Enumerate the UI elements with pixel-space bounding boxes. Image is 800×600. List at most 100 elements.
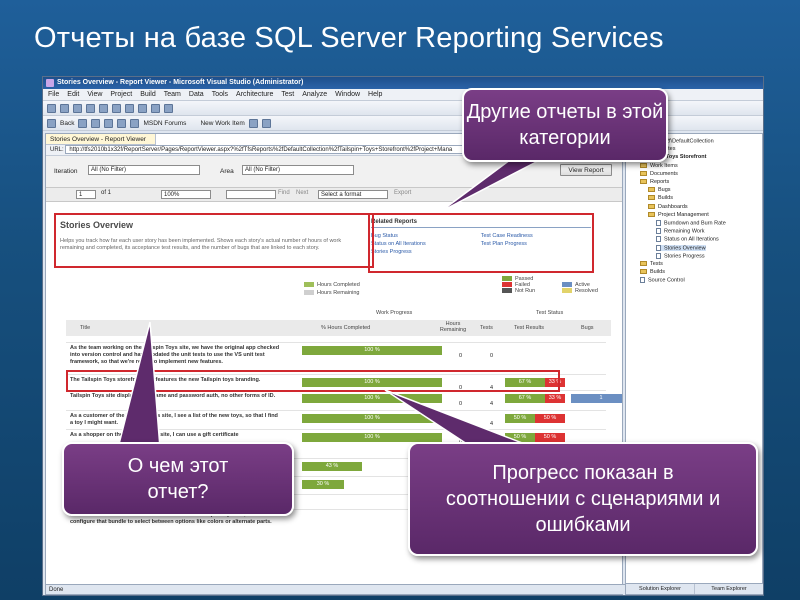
tab-team-explorer[interactable]: Team Explorer <box>695 584 763 594</box>
tree-item-label: Project Management <box>658 211 709 218</box>
table-row[interactable]: As a customer of the Tailspin Toys site,… <box>66 410 606 429</box>
msdn-forums-button[interactable]: MSDN Forums <box>143 120 186 127</box>
undo-icon[interactable] <box>138 103 147 113</box>
zoom-select[interactable]: 100% <box>161 190 211 199</box>
menu-view[interactable]: View <box>87 91 102 98</box>
folder-icon <box>640 162 647 168</box>
menu-data[interactable]: Data <box>189 91 204 98</box>
tab-stories-overview[interactable]: Stories Overview - Report Viewer <box>46 134 156 145</box>
tree-item-status-all-iterations[interactable]: Status on All Iterations <box>656 236 719 243</box>
tree-item-project-management[interactable]: Project Management <box>648 212 709 218</box>
work-progress-bar: 43 % <box>302 462 362 471</box>
visual-studio-icon <box>46 79 54 87</box>
tree-item-label: Burndown and Burn Rate <box>664 220 726 227</box>
header-hours-remaining: Hours Remaining <box>439 321 467 333</box>
cut-icon[interactable] <box>99 103 108 113</box>
tree-item-label: Reports <box>650 179 670 185</box>
menu-architecture[interactable]: Architecture <box>236 91 273 98</box>
copy-icon[interactable] <box>112 103 121 113</box>
menu-edit[interactable]: Edit <box>67 91 79 98</box>
work-item-icon[interactable] <box>248 118 258 128</box>
tree-item-label: Documents <box>650 170 678 177</box>
header-pct-hours: % Hours Completed <box>321 325 371 331</box>
legend-swatch-remaining <box>304 290 314 296</box>
menu-team[interactable]: Team <box>164 91 181 98</box>
redo-icon[interactable] <box>151 103 160 113</box>
export-link[interactable]: Export <box>394 190 411 196</box>
tree-item-source-control[interactable]: Source Control <box>640 277 685 284</box>
highlight-report-description <box>54 213 374 268</box>
query-icon[interactable] <box>261 118 271 128</box>
tab-solution-explorer[interactable]: Solution Explorer <box>626 584 695 594</box>
row-title[interactable]: As a shopper on the Tailspin Toys site, … <box>70 432 280 439</box>
tree-item-documents[interactable]: Documents <box>640 171 678 177</box>
menu-help[interactable]: Help <box>368 91 382 98</box>
row-title[interactable]: Tailspin Toys site displays username and… <box>70 393 280 400</box>
folder-icon <box>640 261 647 267</box>
page-number-input[interactable]: 1 <box>76 190 96 199</box>
tree-item-builds[interactable]: Builds <box>648 195 673 201</box>
new-project-icon[interactable] <box>47 103 56 113</box>
area-select[interactable]: All (No Filter) <box>242 165 354 175</box>
legend-hours: Hours Completed Hours Remaining <box>304 282 360 296</box>
callout-other-reports: Другие отчеты в этой категории <box>462 88 668 162</box>
menu-tools[interactable]: Tools <box>212 91 228 98</box>
table-row[interactable]: Tailspin Toys site displays username and… <box>66 390 622 410</box>
save-all-icon[interactable] <box>86 103 95 113</box>
forward-icon[interactable] <box>78 118 88 128</box>
back-button[interactable]: Back <box>60 120 74 127</box>
home-icon[interactable] <box>117 118 127 128</box>
tree-item-label: Bugs <box>658 187 671 194</box>
row-title[interactable]: As the team working on the Tailspin Toys… <box>70 345 280 366</box>
document-icon <box>656 228 661 235</box>
msdn-forums-icon[interactable] <box>130 118 140 128</box>
paste-icon[interactable] <box>125 103 134 113</box>
legend-swatch-passed <box>502 276 512 282</box>
menu-file[interactable]: File <box>48 91 59 98</box>
folder-icon <box>648 195 655 201</box>
next-link[interactable]: Next <box>296 190 308 196</box>
tree-item-stories-progress[interactable]: Stories Progress <box>656 252 705 259</box>
callout-about-report-text: О чем этот отчет? <box>127 455 229 503</box>
find-input[interactable] <box>226 190 276 199</box>
tree-item-work-items[interactable]: Work Items <box>640 163 678 169</box>
export-format-select[interactable]: Select a format <box>318 190 388 199</box>
tree-item-dashboards[interactable]: Dashboards <box>648 204 688 210</box>
document-icon <box>656 252 661 259</box>
callout-progress-text: Прогресс показан в соотношении с сценари… <box>445 462 721 536</box>
back-icon[interactable] <box>47 118 56 128</box>
open-file-icon[interactable] <box>60 103 69 113</box>
refresh-icon[interactable] <box>104 118 114 128</box>
menu-build[interactable]: Build <box>140 91 156 98</box>
tree-item-reports[interactable]: Reports <box>640 179 669 185</box>
stop-icon[interactable] <box>91 118 101 128</box>
menu-test[interactable]: Test <box>281 91 294 98</box>
save-icon[interactable] <box>73 103 82 113</box>
tree-item-bugs[interactable]: Bugs <box>648 187 671 193</box>
slide-title: Отчеты на базе SQL Server Reporting Serv… <box>34 22 664 54</box>
menu-window[interactable]: Window <box>335 91 360 98</box>
tree-item-stories-overview[interactable]: Stories Overview <box>656 244 706 252</box>
legend-hours-remaining: Hours Remaining <box>317 290 360 296</box>
solution-panel-tabs: Solution Explorer Team Explorer <box>626 583 763 594</box>
menu-analyze[interactable]: Analyze <box>302 91 327 98</box>
menu-project[interactable]: Project <box>110 91 132 98</box>
row-title[interactable]: As a customer of the Tailspin Toys site,… <box>70 413 280 427</box>
tree-item-burndown[interactable]: Burndown and Burn Rate <box>656 220 726 226</box>
hours-remaining-value: 0 <box>459 353 463 359</box>
tree-item-tests[interactable]: Tests <box>640 261 663 267</box>
iteration-select[interactable]: All (No Filter) <box>88 165 200 175</box>
test-failed-bar: 50 % <box>535 414 565 423</box>
view-report-button[interactable]: View Report <box>560 164 612 176</box>
find-link[interactable]: Find <box>278 190 290 196</box>
callout-about-report: О чем этот отчет? <box>62 442 294 516</box>
tree-item-builds-node[interactable]: Builds <box>640 269 665 275</box>
new-work-item-button[interactable]: New Work Item <box>200 120 244 127</box>
legend-swatch-not-run <box>502 288 512 294</box>
callout-progress: Прогресс показан в соотношении с сценари… <box>408 442 758 556</box>
area-label: Area <box>220 168 234 175</box>
legend-tests: Passed Failed Not Run <box>502 276 535 294</box>
tree-item-remaining-work[interactable]: Remaining Work <box>656 228 705 235</box>
start-debug-icon[interactable] <box>164 103 173 113</box>
hours-remaining-value: 0 <box>459 401 463 407</box>
